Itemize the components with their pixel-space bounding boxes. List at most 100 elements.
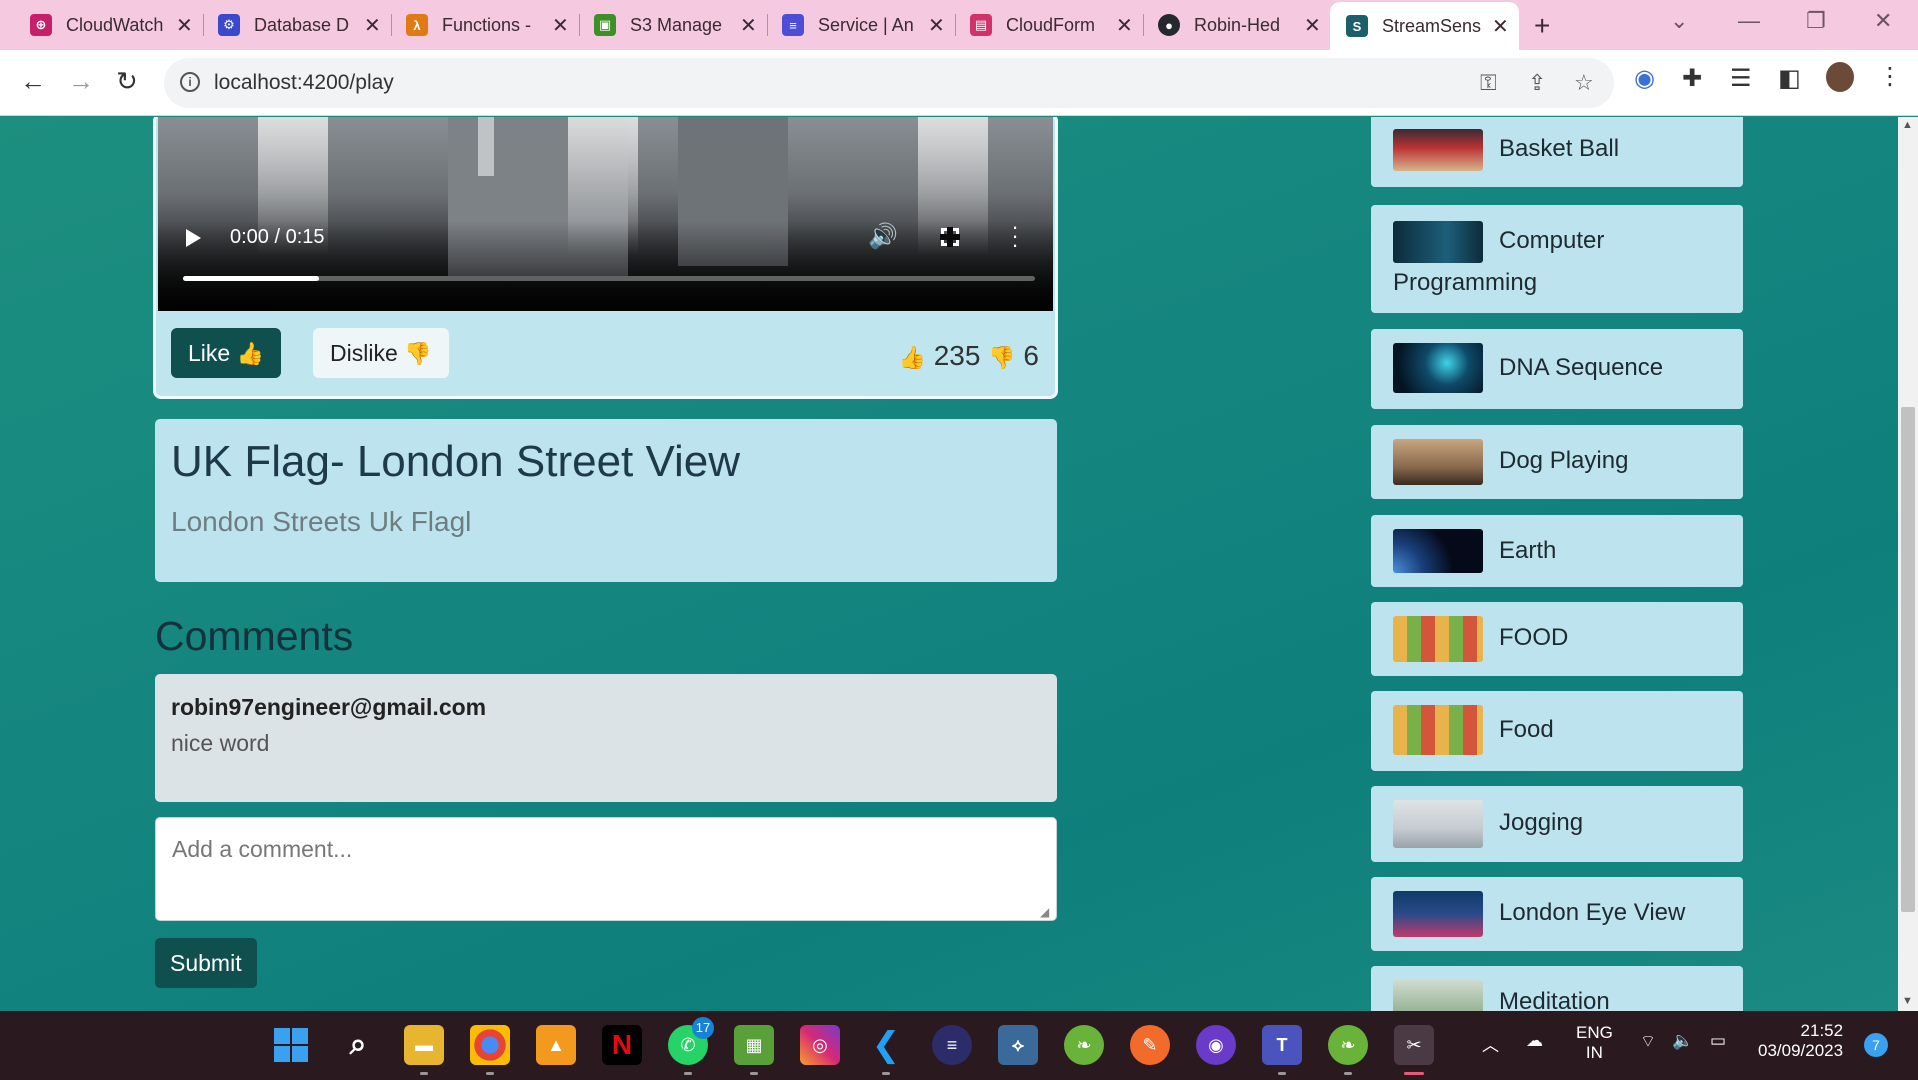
whatsapp-icon[interactable]: ✆ 17	[668, 1017, 714, 1075]
language-indicator[interactable]: ENG IN	[1576, 1023, 1613, 1063]
instagram-icon[interactable]: ◎	[800, 1025, 840, 1065]
thumbs-up-icon: 👍	[236, 341, 264, 366]
spring-tools-2-icon[interactable]: ❧	[1328, 1025, 1368, 1075]
address-bar[interactable]: i localhost:4200/play ⚿ ⇪ ☆	[164, 58, 1614, 108]
play-icon[interactable]	[186, 229, 201, 247]
close-tab-icon[interactable]: ✕	[1304, 13, 1321, 38]
playlist-item-computer-programming[interactable]: Computer Programming	[1371, 205, 1743, 313]
netflix-icon[interactable]: N	[602, 1025, 642, 1065]
postman-icon[interactable]: ✎	[1130, 1025, 1170, 1065]
playlist-item-earth[interactable]: Earth	[1371, 515, 1743, 587]
like-button[interactable]: Like 👍	[171, 328, 281, 378]
avatar[interactable]	[1826, 62, 1854, 92]
video-player[interactable]: 0:00 / 0:15 🔊 · · ·	[158, 117, 1053, 311]
side-panel-icon[interactable]: ◧	[1778, 64, 1801, 93]
reload-icon[interactable]: ↻	[116, 66, 138, 97]
windows-start-icon[interactable]	[271, 1025, 311, 1065]
playlist-item-label: Dog Playing	[1499, 447, 1629, 474]
chrome-icon[interactable]	[470, 1025, 510, 1075]
submit-button[interactable]: Submit	[155, 938, 257, 988]
teams-icon[interactable]: T	[1262, 1025, 1302, 1075]
tab-cloudformation[interactable]: ▤ CloudForm ✕	[954, 8, 1144, 42]
back-icon[interactable]: ←	[20, 66, 46, 97]
fullscreen-icon[interactable]	[940, 227, 960, 247]
close-tab-icon[interactable]: ✕	[552, 13, 569, 38]
playlist-item-food[interactable]: Food	[1371, 691, 1743, 771]
video-thumbnail	[1393, 439, 1483, 485]
eclipse-icon[interactable]: ≡	[932, 1025, 972, 1065]
close-tab-icon[interactable]: ✕	[740, 13, 757, 38]
menu-kebab-icon[interactable]: ⋮	[1878, 62, 1902, 91]
tab-database[interactable]: ⚙ Database D ✕	[202, 8, 392, 42]
onedrive-icon[interactable]: ☁	[1526, 1031, 1543, 1051]
clock[interactable]: 21:52 03/09/2023	[1758, 1021, 1843, 1061]
key-icon[interactable]: ⚿	[1480, 70, 1497, 96]
share-icon[interactable]: ⇪	[1528, 70, 1546, 96]
tab-github[interactable]: ● Robin-Hed ✕	[1142, 8, 1331, 42]
wifi-icon[interactable]: ⌔	[1640, 1031, 1656, 1052]
playlist-item-food-upper[interactable]: FOOD	[1371, 602, 1743, 676]
file-explorer-icon[interactable]: ▬	[404, 1025, 444, 1075]
scrollbar-thumb[interactable]	[1901, 407, 1915, 912]
close-window-icon[interactable]: ✕	[1874, 8, 1892, 34]
close-tab-icon[interactable]: ✕	[1116, 13, 1133, 38]
volume-icon[interactable]: 🔊	[868, 222, 898, 251]
tab-s3[interactable]: ▣ S3 Manage ✕	[578, 8, 768, 42]
video-more-icon[interactable]: · · ·	[1010, 216, 1020, 256]
restore-icon[interactable]: ❐	[1806, 8, 1826, 34]
github-desktop-icon[interactable]: ◉	[1196, 1025, 1236, 1065]
url-text[interactable]: localhost:4200/play	[214, 71, 394, 95]
tab-title: S3 Manage	[630, 14, 723, 35]
reaction-counts: 👍 235 👎 6	[899, 340, 1039, 372]
browser-toolbar: ← → ↻ i localhost:4200/play ⚿ ⇪ ☆ ◉ ✚ ☰ …	[0, 50, 1918, 116]
spring-tools-icon[interactable]: ❧	[1064, 1025, 1104, 1065]
minimize-icon[interactable]: —	[1738, 8, 1760, 34]
bookmark-star-icon[interactable]: ☆	[1574, 70, 1594, 96]
close-tab-icon[interactable]: ✕	[928, 13, 945, 38]
extension-profile-icon[interactable]: ◉	[1634, 64, 1655, 93]
comment-input[interactable]	[155, 817, 1057, 921]
clock-date: 03/09/2023	[1758, 1041, 1844, 1060]
new-tab-icon[interactable]: +	[1534, 10, 1550, 42]
streamsense-icon: S	[1346, 15, 1368, 37]
video-description: London Streets Uk Flagl	[171, 506, 472, 537]
close-tab-icon[interactable]: ✕	[176, 13, 193, 38]
site-info-icon[interactable]: i	[180, 72, 200, 92]
scroll-up-icon[interactable]: ▲	[1902, 119, 1913, 131]
playlist-item-dog-playing[interactable]: Dog Playing	[1371, 425, 1743, 499]
comment-text: nice word	[171, 730, 270, 756]
mysql-workbench-icon[interactable]: ⟡	[998, 1025, 1038, 1065]
playlist-item-meditation[interactable]: Meditation	[1371, 966, 1743, 1011]
speaker-icon[interactable]: 🔈	[1672, 1031, 1693, 1051]
video-progress-bar[interactable]	[183, 276, 1035, 281]
playlist-item-london-eye-view[interactable]: London Eye View	[1371, 877, 1743, 951]
browser-tab-strip: ⊕ CloudWatch ✕ ⚙ Database D ✕ λ Function…	[0, 0, 1918, 50]
app-shapes-icon[interactable]: ▲	[536, 1025, 576, 1065]
close-tab-icon[interactable]: ✕	[1492, 14, 1509, 39]
snipping-tool-icon[interactable]: ✂	[1394, 1025, 1434, 1075]
playlist-item-jogging[interactable]: Jogging	[1371, 786, 1743, 862]
tab-service[interactable]: ≡ Service | An ✕	[766, 8, 956, 42]
media-queue-icon[interactable]: ☰	[1730, 64, 1752, 93]
tab-functions[interactable]: λ Functions - ✕	[390, 8, 580, 42]
tab-cloudwatch[interactable]: ⊕ CloudWatch ✕	[14, 8, 204, 42]
playlist-item-basket-ball[interactable]: Basket Ball	[1371, 117, 1743, 187]
scroll-down-icon[interactable]: ▼	[1902, 995, 1913, 1007]
vscode-icon[interactable]: ❮	[866, 1025, 906, 1075]
search-icon[interactable]: ⌕	[338, 1025, 378, 1065]
show-hidden-icons-chevron[interactable]: ︿	[1482, 1031, 1499, 1056]
extensions-puzzle-icon[interactable]: ✚	[1682, 64, 1702, 93]
image-editor-icon[interactable]: ▦	[734, 1025, 774, 1075]
battery-icon[interactable]: ▭	[1710, 1031, 1726, 1051]
forward-icon[interactable]: →	[68, 66, 94, 97]
page-scrollbar[interactable]: ▲ ▼	[1898, 117, 1918, 1011]
notification-badge[interactable]: 7	[1864, 1033, 1888, 1057]
tab-search-chevron-icon[interactable]: ⌄	[1670, 8, 1688, 34]
playlist-item-dna-sequence[interactable]: DNA Sequence	[1371, 329, 1743, 409]
dislike-count: 6	[1023, 340, 1039, 371]
tab-title: Database D	[254, 14, 350, 35]
resize-grip-icon[interactable]: ◢	[1040, 905, 1049, 919]
dislike-button[interactable]: Dislike 👎	[313, 328, 449, 378]
close-tab-icon[interactable]: ✕	[364, 13, 381, 38]
tab-streamsense[interactable]: S StreamSens ✕	[1330, 2, 1519, 50]
